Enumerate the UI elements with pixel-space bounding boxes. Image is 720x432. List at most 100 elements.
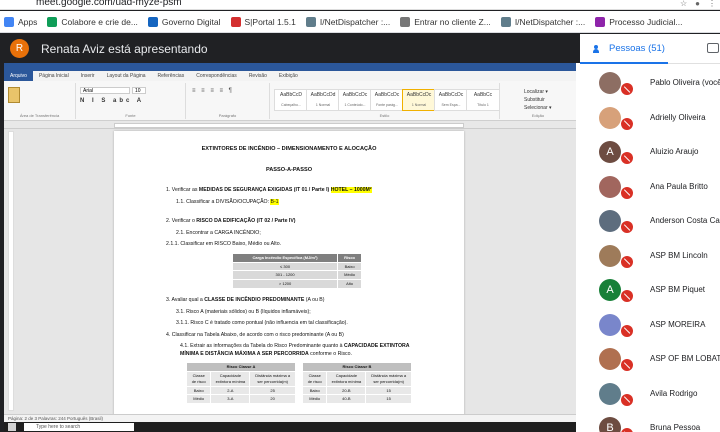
group-label-font: Fonte [125,113,136,118]
participant-row[interactable]: A Aluizio Araujo [580,135,720,170]
tab-people[interactable]: Pessoas (51) [593,43,665,54]
participant-avatar [599,210,621,232]
style-name: 1 Normal [411,103,427,107]
bookmark-label: Colabore e crie de... [61,16,138,27]
class-table-row: Médio 3-A 20 [185,394,296,405]
style-preview: AaBbCcDc [406,92,432,98]
style-gallery-item[interactable]: AaBbCc Título 1 [466,89,500,111]
participant-row[interactable]: A ASP BM Piquet [580,273,720,308]
tab-0[interactable]: Arquivo [4,71,33,81]
tab-2[interactable]: Inserir [75,71,101,81]
browser-address-bar[interactable]: meet.google.com/uad-myze-psm ☆ ● ⋮ [0,0,720,10]
windows-start-icon[interactable] [8,423,16,431]
bookmark-item[interactable]: Governo Digital [147,16,221,27]
mic-muted-icon [621,359,633,371]
mic-muted-icon [621,83,633,95]
risk-table-cell: Baixo [337,261,362,272]
style-gallery-item[interactable]: AaBbCcDc Sem Espa... [434,89,468,111]
class-table-header-cell: Classe de risco [185,371,212,387]
participant-row[interactable]: Ana Paula Britto [580,170,720,205]
presenter-avatar: R [10,39,29,58]
ribbon-group-clipboard: Área de Transferência [4,83,76,119]
style-gallery-item[interactable]: AaBbCcDc 1 Normal [402,89,436,111]
font-name-select[interactable]: Arial [80,87,130,94]
bookmark-item[interactable]: Entrar no cliente Z... [400,16,491,27]
shared-screen-word: Arquivo Página Inicial Inserir Layout da Pá… [4,63,576,432]
paste-icon[interactable] [8,87,20,103]
chat-icon[interactable] [707,43,719,53]
participant-avatar [599,382,621,405]
participant-name: Anderson Costa Can... [650,216,720,225]
class-table-header-cell: Capacidade extintora mínima [210,371,251,387]
bookmark-label: Entrar no cliente Z... [414,16,491,27]
mic-muted-icon [621,186,633,199]
tab-3[interactable]: Layout da Página [101,71,152,81]
editing-buttons[interactable]: Localizar ▾ Substituir Selecionar ▾ [524,88,552,112]
participant-row[interactable]: Adrielly Oliveira [580,101,720,136]
class-table-header: Classe de risco Capacidade extintora míni… [185,371,296,387]
participant-name: Ana Paula Britto [650,181,708,191]
participant-list: Pablo Oliveira (você) Adrielly Oliveira A A… [580,66,720,432]
participant-avatar [599,244,621,267]
bookmark-favicon-icon [595,16,606,27]
doc-item-4: 4. Classificar na Tabela Abaixo, de acor… [166,331,344,338]
browser-extension-icons: ☆ ● ⋮ [680,0,716,8]
participant-name: Bruna Pessoa [650,423,701,432]
participant-row[interactable]: ASP MOREIRA [580,308,720,343]
bookmark-item[interactable]: S|Portal 1.5.1 [230,16,296,27]
risk-table-header-cell: Risco [337,252,362,263]
style-gallery-item[interactable]: AaBbCcDd 1 Normal [306,89,340,111]
bookmark-item[interactable]: Colabore e crie de... [47,16,138,27]
font-format-buttons[interactable]: N I S abc A [80,98,144,104]
participant-name: ASP BM Lincoln [650,250,708,260]
mic-muted-icon [621,324,633,337]
vertical-ruler[interactable] [8,131,14,411]
star-icon[interactable]: ☆ [680,0,687,8]
class-table-header-cell: Classe de risco [301,371,328,387]
tab-4[interactable]: Referências [152,71,191,81]
doc-item-4-1: 4.1. Extrair as informações da Tabela do… [180,343,410,357]
class-table-header-cell: Distância máxima a ser percorrida(m) [249,371,296,387]
people-icon [593,44,604,53]
tab-people-underline [580,62,668,64]
font-size-select[interactable]: 10 [132,87,146,94]
tab-5[interactable]: Correspondências [190,71,243,81]
extension-icon[interactable]: ● [695,0,700,8]
tab-6[interactable]: Revisão [243,71,273,81]
ribbon-group-editing: Localizar ▾ Substituir Selecionar ▾ Edição [500,83,576,119]
mic-muted-icon [621,428,633,432]
bookmark-item[interactable]: Apps [4,16,37,27]
participant-row[interactable]: ASP BM Lincoln [580,239,720,274]
class-table-title: Risco Classe B [302,362,412,373]
bookmark-item[interactable]: Processo Judicial... [595,16,682,27]
bookmark-favicon-icon [305,16,316,27]
menu-dots-icon[interactable]: ⋮ [708,0,716,8]
class-table-cell: 20 [249,394,296,405]
participant-row[interactable]: Anderson Costa Can... [580,204,720,239]
participant-row[interactable]: ASP OF BM LOBATO [580,342,720,377]
participant-avatar [599,175,621,198]
paragraph-buttons[interactable]: ≡ ≡ ≡ ≡ ¶ [192,88,234,94]
document-page[interactable]: EXTINTORES DE INCÊNDIO – DIMENSIONAMENTO… [114,131,464,421]
style-gallery-item[interactable]: AaBbCcD Cabeçalho... [274,89,308,111]
url-text[interactable]: meet.google.com/uad-myze-psm [36,0,182,8]
class-table-cell: Baixo [301,385,328,396]
horizontal-ruler[interactable] [4,121,576,129]
doc-item-2: 2. Verificar o RISCO DA EDIFICAÇÃO (IT 0… [166,218,296,225]
bookmark-favicon-icon [500,16,511,27]
style-preview: AaBbCcD [280,92,302,98]
style-preview: AaBbCcDc [374,92,400,98]
participant-row[interactable]: B Bruna Pessoa [580,411,720,432]
tab-7[interactable]: Exibição [273,71,304,81]
participant-row[interactable]: Avila Rodrigo [580,377,720,412]
class-table-cell: 15 [365,385,412,396]
class-table-header-cell: Distância máxima a ser percorrida(m) [365,371,412,387]
tab-people-label: Pessoas (51) [609,43,665,54]
taskbar-search[interactable]: Type here to search [24,423,134,431]
tab-1[interactable]: Página Inicial [33,71,75,81]
style-gallery-item[interactable]: AaBbCcDc 1 Conteúdo... [338,89,372,111]
bookmark-item[interactable]: I/NetDispatcher :... [305,16,390,27]
participant-row[interactable]: Pablo Oliveira (você) [580,66,720,101]
style-gallery-item[interactable]: AaBbCcDc Fonte parág... [370,89,404,111]
bookmark-item[interactable]: I/NetDispatcher :... [500,16,585,27]
